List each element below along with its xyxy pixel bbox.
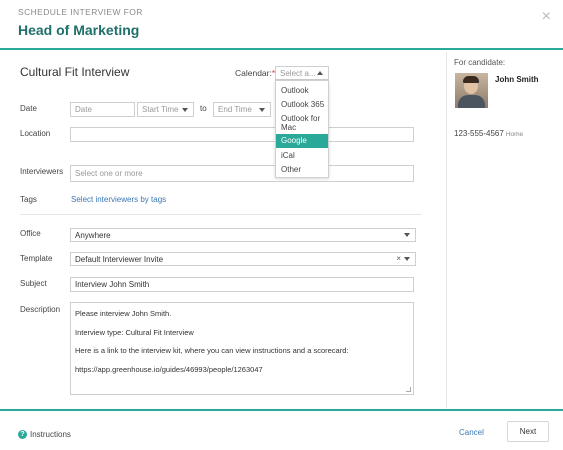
calendar-option-outlook-365[interactable]: Outlook 365 (276, 100, 328, 109)
office-label: Office (20, 229, 41, 238)
cancel-button[interactable]: Cancel (459, 428, 484, 437)
description-line: Please interview John Smith. (75, 309, 172, 318)
calendar-select-placeholder: Select a... (280, 68, 316, 78)
interviewers-input[interactable]: Select one or more (70, 165, 414, 182)
avatar-body (458, 95, 485, 108)
template-label: Template (20, 254, 53, 263)
header-pretitle: SCHEDULE INTERVIEW FOR (18, 7, 143, 17)
chevron-up-icon (317, 71, 323, 75)
instructions-label: Instructions (30, 430, 71, 439)
template-value: Default Interviewer Invite (75, 254, 164, 264)
calendar-option-outlook-mac[interactable]: Outlook for Mac (276, 114, 328, 132)
resize-handle-icon[interactable] (406, 387, 411, 392)
candidate-label: For candidate: (454, 58, 506, 67)
select-by-tags-link[interactable]: Select interviewers by tags (71, 195, 166, 204)
description-line: Interview type: Cultural Fit Interview (75, 327, 194, 337)
calendar-option-ical[interactable]: iCal (276, 151, 328, 160)
location-input[interactable] (70, 127, 414, 142)
chevron-down-icon (404, 233, 410, 237)
description-line: Here is a link to the interview kit, whe… (75, 346, 349, 355)
calendar-label: Calendar:* (235, 68, 275, 78)
location-label: Location (20, 129, 51, 138)
calendar-option-outlook[interactable]: Outlook (276, 86, 328, 95)
avatar-hair (463, 76, 479, 83)
avatar (455, 73, 488, 108)
template-select[interactable]: Default Interviewer Invite × (70, 252, 416, 266)
chevron-down-icon (182, 107, 188, 112)
section-divider (20, 214, 422, 215)
description-textarea[interactable]: Please interview John Smith. Interview t… (70, 302, 414, 395)
interviewers-label: Interviewers (20, 167, 64, 176)
chevron-down-icon (259, 107, 265, 112)
page-title: Head of Marketing (18, 22, 140, 38)
phone-type: Home (505, 131, 524, 138)
modal-header: SCHEDULE INTERVIEW FOR Head of Marketing… (0, 0, 563, 50)
interviewers-placeholder: Select one or more (75, 169, 143, 178)
candidate-phone: 123-555-4567 Home (454, 129, 523, 138)
close-icon[interactable]: × (542, 8, 551, 26)
candidate-name[interactable]: John Smith (495, 75, 539, 84)
subject-value: Interview John Smith (75, 280, 150, 289)
date-placeholder: Date (75, 105, 92, 114)
modal-footer: ? Instructions Cancel Next (0, 409, 563, 450)
end-time-placeholder: End Time (218, 105, 252, 114)
help-icon: ? (18, 430, 27, 439)
calendar-option-google[interactable]: Google (276, 134, 328, 148)
start-time-placeholder: Start Time (142, 105, 179, 114)
phone-number: 123-555-4567 (454, 129, 504, 138)
next-button[interactable]: Next (507, 421, 549, 442)
office-value: Anywhere (75, 230, 111, 240)
chevron-down-icon (404, 257, 410, 261)
interview-title: Cultural Fit Interview (20, 65, 130, 79)
calendar-option-other[interactable]: Other (276, 165, 328, 174)
calendar-dropdown: Outlook Outlook 365 Outlook for Mac Goog… (275, 80, 329, 178)
end-time-select[interactable]: End Time (213, 102, 271, 117)
date-input[interactable]: Date (70, 102, 135, 117)
calendar-select[interactable]: Select a... (275, 66, 329, 80)
sidebar-divider (446, 52, 447, 408)
tags-label: Tags (20, 195, 37, 204)
description-label: Description (20, 305, 61, 314)
subject-label: Subject (20, 279, 47, 288)
date-label: Date (20, 104, 37, 113)
calendar-label-text: Calendar: (235, 68, 272, 78)
office-select[interactable]: Anywhere (70, 228, 416, 242)
start-time-select[interactable]: Start Time (137, 102, 194, 117)
to-label: to (200, 104, 207, 113)
clear-icon[interactable]: × (396, 254, 401, 263)
subject-input[interactable]: Interview John Smith (70, 277, 414, 292)
instructions-link[interactable]: ? Instructions (18, 430, 71, 439)
description-line: https://app.greenhouse.io/guides/46993/p… (75, 364, 263, 374)
